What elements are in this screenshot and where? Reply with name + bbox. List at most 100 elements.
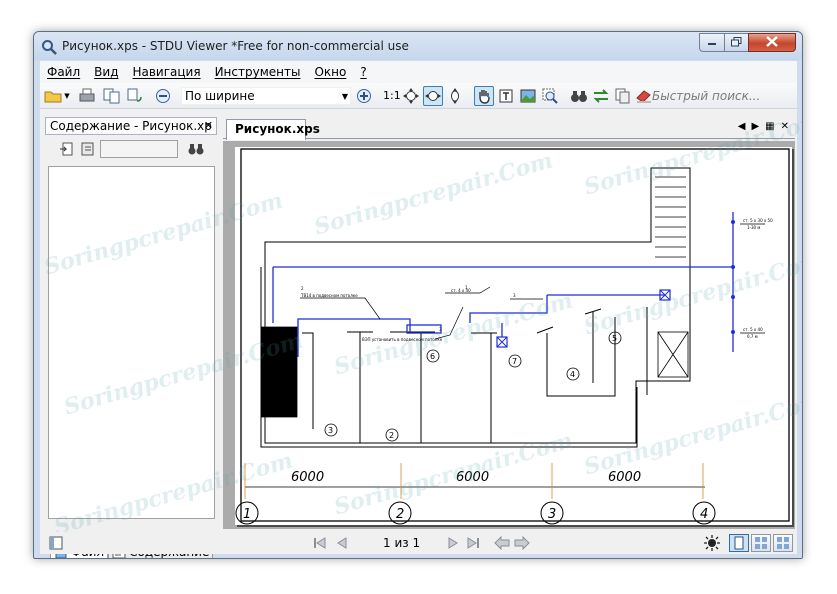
- menu-tools[interactable]: Инструменты: [208, 65, 308, 79]
- menu-view[interactable]: Вид: [87, 65, 125, 79]
- open-button[interactable]: [44, 86, 64, 106]
- tab-document-label: Рисунок.xps: [235, 122, 320, 136]
- quick-search-icon-button[interactable]: [634, 86, 654, 106]
- brightness-button[interactable]: [704, 535, 720, 551]
- find-button[interactable]: [569, 86, 589, 106]
- interior-walls: [302, 307, 648, 443]
- actual-size-button[interactable]: 1:1: [383, 89, 401, 102]
- zoom-select[interactable]: По ширине ▼: [181, 87, 351, 105]
- pages-button[interactable]: [613, 86, 633, 106]
- wiring: [272, 212, 735, 357]
- room-4: 4: [570, 370, 575, 379]
- image-select-icon: [520, 89, 536, 103]
- title-bar[interactable]: Рисунок.xps - STDU Viewer *Free for non-…: [34, 32, 802, 60]
- grid-view-icon: [755, 537, 767, 549]
- rotate-pages-button[interactable]: [124, 86, 144, 106]
- tab-list-icon[interactable]: ▦: [765, 121, 774, 132]
- menu-window[interactable]: Окно: [307, 65, 353, 79]
- room-6: 6: [430, 352, 435, 361]
- hand-tool-button[interactable]: [474, 86, 494, 106]
- tab-navigation: ◀ ▶ ▦ ✕: [738, 121, 789, 132]
- tab-close-icon[interactable]: ✕: [781, 121, 789, 132]
- junction-box-left-x: [496, 336, 508, 348]
- next-page-button[interactable]: [445, 535, 461, 551]
- single-page-view-button[interactable]: [729, 534, 749, 552]
- first-page-icon: [314, 537, 326, 549]
- annotation-tv14: ТВ14 в подвесном потолке: [300, 293, 358, 298]
- quick-search-input[interactable]: Быстрый поиск...: [652, 87, 794, 105]
- main-toolbar: ▼ По ширине ▼ 1:1 Быстрый поиск...: [40, 83, 797, 109]
- fit-page-button[interactable]: [401, 86, 421, 106]
- fit-page-icon: [403, 88, 419, 104]
- outer-wall: [264, 167, 691, 444]
- bookmark-prev-button[interactable]: [57, 139, 77, 159]
- drawing-frame: [240, 148, 790, 522]
- magnifier-icon: [542, 88, 558, 104]
- menu-file[interactable]: Файл: [40, 65, 87, 79]
- annotation-st5x40: ст. 5 х 40: [743, 327, 763, 332]
- sidebar-close-icon[interactable]: ✕: [204, 118, 213, 134]
- eraser-search-icon: [636, 90, 651, 103]
- annotation-07m: 0,7 м: [747, 334, 758, 339]
- staircase-left: [261, 326, 298, 418]
- copy-page-button[interactable]: [102, 86, 122, 106]
- fit-height-button[interactable]: [445, 86, 465, 106]
- document-page: 6000 6000 6000 1 2 3 4 3 2 6 7 4 5 2 1 3…: [235, 147, 792, 525]
- status-bar: 1 из 1: [40, 532, 797, 554]
- forward-arrow-icon: [514, 536, 530, 550]
- history-back-button[interactable]: [494, 535, 510, 551]
- document-view[interactable]: 6000 6000 6000 1 2 3 4 3 2 6 7 4 5 2 1 3…: [223, 141, 795, 529]
- text-select-icon: [499, 89, 513, 103]
- first-page-button[interactable]: [312, 535, 328, 551]
- room-7: 7: [512, 357, 517, 366]
- single-page-icon: [734, 536, 744, 550]
- open-dropdown-arrow[interactable]: ▼: [62, 86, 72, 106]
- staircase-right: [655, 176, 689, 378]
- sidebar-search-input[interactable]: [100, 140, 178, 158]
- zoom-in-button[interactable]: [354, 86, 374, 106]
- magnifier-button[interactable]: [540, 86, 560, 106]
- image-select-button[interactable]: [518, 86, 538, 106]
- fit-height-icon: [451, 88, 459, 104]
- replace-button[interactable]: [591, 86, 611, 106]
- binoculars-icon: [571, 91, 587, 102]
- room-2: 2: [389, 431, 394, 440]
- tab-document[interactable]: Рисунок.xps: [226, 119, 320, 140]
- maximize-button[interactable]: [724, 33, 749, 52]
- print-button[interactable]: [77, 86, 97, 106]
- leader-number-2: 2: [301, 286, 304, 291]
- rotate-pages-icon: [127, 88, 142, 102]
- bookmark-sync-button[interactable]: [78, 139, 98, 159]
- last-page-button[interactable]: [465, 535, 481, 551]
- sidebar-toggle-icon: [49, 536, 63, 550]
- axis-2: 2: [396, 507, 404, 522]
- annotation-st5x30x50: ст. 5 х 30 х 50: [743, 218, 773, 223]
- close-button[interactable]: [748, 33, 796, 52]
- room-3: 3: [328, 426, 333, 435]
- zoom-out-icon: [156, 89, 170, 103]
- menu-help[interactable]: ?: [353, 65, 373, 79]
- menu-navigation[interactable]: Навигация: [125, 65, 207, 79]
- tab-next-icon[interactable]: ▶: [751, 121, 759, 132]
- thumbnails-view-icon: [777, 537, 789, 549]
- history-forward-button[interactable]: [514, 535, 530, 551]
- facing-pages-view-button[interactable]: [751, 534, 771, 552]
- zoom-out-button[interactable]: [153, 86, 173, 106]
- room-5: 5: [612, 334, 617, 343]
- tab-prev-icon[interactable]: ◀: [738, 121, 746, 132]
- text-select-button[interactable]: [496, 86, 516, 106]
- sidebar-title: Содержание - Рисунок.xp: [50, 119, 212, 133]
- page-indicator[interactable]: 1 из 1: [383, 536, 420, 550]
- room-markers: [324, 331, 622, 442]
- swap-arrows-icon: [593, 89, 609, 103]
- sidebar-contents-tree[interactable]: [48, 166, 215, 519]
- next-page-icon: [448, 537, 458, 549]
- continuous-view-button[interactable]: [773, 534, 793, 552]
- menu-bar: Файл Вид Навигация Инструменты Окно ?: [40, 61, 797, 83]
- fit-width-button[interactable]: [423, 86, 443, 106]
- toggle-sidebar-button[interactable]: [48, 535, 64, 551]
- prev-page-button[interactable]: [334, 535, 350, 551]
- sidebar-find-button[interactable]: [186, 139, 206, 159]
- dimension-1: 6000: [291, 470, 324, 485]
- minimize-button[interactable]: [699, 33, 725, 52]
